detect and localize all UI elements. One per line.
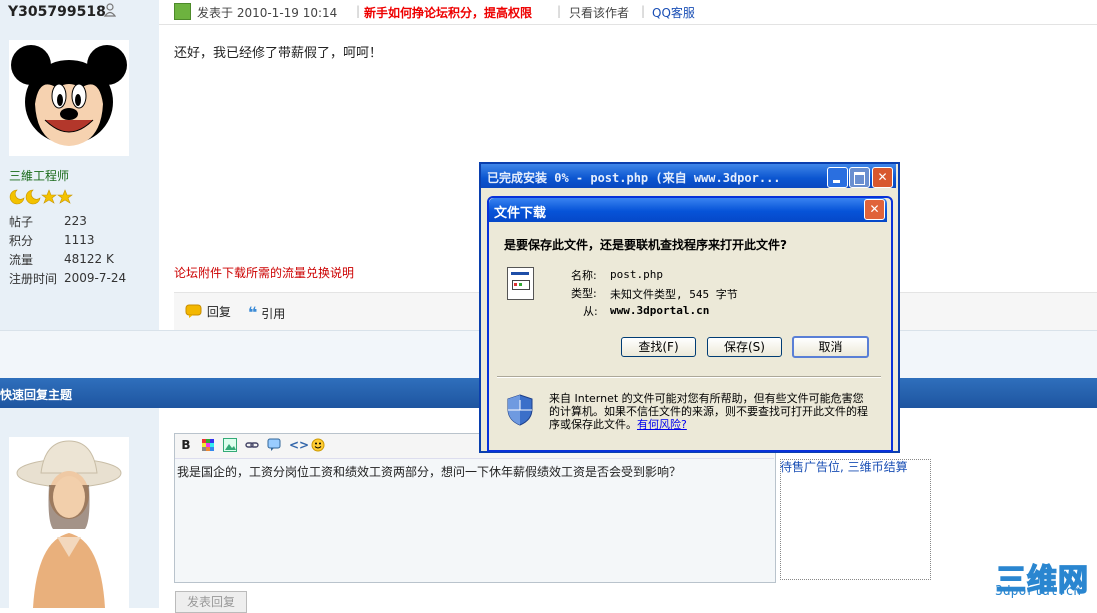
file-from-label: 从: <box>583 305 598 318</box>
site-logo-domain: 3dportal.cn <box>995 584 1082 599</box>
stat-label-posts: 帖子 <box>9 215 34 229</box>
post-time: 发表于 2010-1-19 10:14 <box>197 6 338 20</box>
quote-label: 引用 <box>261 307 286 321</box>
separator: | <box>356 4 361 18</box>
editor-text[interactable]: 我是国企的，工资分岗位工资和绩效工资两部分，想问一下休年薪假绩效工资是否会受到影… <box>177 463 681 480</box>
post-icon <box>174 3 191 20</box>
ad-box[interactable] <box>780 459 931 580</box>
risk-link[interactable]: 有何风险? <box>637 418 687 431</box>
shield-icon <box>507 394 533 426</box>
post-body: 还好，我已经修了带薪假了，呵呵！ <box>174 46 383 61</box>
hot-link[interactable]: 新手如何挣论坛积分，提高权限 <box>364 4 532 21</box>
user-avatar[interactable] <box>9 40 129 156</box>
separator: | <box>557 4 562 18</box>
security-warning: 来自 Internet 的文件可能对您有所帮助，但有些文件可能危害您的计算机。如… <box>549 392 869 431</box>
stat-value-posts: 223 <box>64 214 87 228</box>
dialog-title: 文件下载 <box>494 206 547 221</box>
quote-format-icon[interactable] <box>267 438 281 452</box>
reply-icon <box>185 304 202 318</box>
reply-label: 回复 <box>206 305 231 319</box>
dialog-question: 是要保存此文件，还是要联机查找程序来打开此文件? <box>504 238 787 252</box>
warning-text: 来自 Internet 的文件可能对您有所帮助，但有些文件可能危害您的计算机。如… <box>549 392 868 431</box>
maximize-icon[interactable] <box>849 167 870 188</box>
smiley-icon[interactable] <box>311 438 325 452</box>
file-name-label: 名称: <box>571 269 597 282</box>
cancel-button[interactable]: 取消 <box>792 336 869 358</box>
submit-reply-button[interactable]: 发表回复 <box>175 591 247 613</box>
dialog-close-icon[interactable]: ✕ <box>864 199 885 220</box>
dialog-divider <box>497 376 881 378</box>
attachment-note-link[interactable]: 论坛附件下载所需的流量兑换说明 <box>174 264 354 281</box>
stat-label-register-date: 注册时间 <box>9 272 58 286</box>
quick-reply-title: 快速回复主题 <box>0 388 73 402</box>
ad-text[interactable]: 待售广告位, 三维币结算 <box>780 458 908 475</box>
stat-label-traffic: 流量 <box>9 253 34 267</box>
file-type-label: 类型: <box>571 287 597 300</box>
file-name-value: post.php <box>610 268 663 281</box>
bold-icon[interactable]: B <box>179 438 193 452</box>
stat-value-register-date: 2009-7-24 <box>64 271 127 285</box>
user-rank: 三維工程师 <box>9 169 70 183</box>
download-window-title: 已完成安装 0% - post.php (来自 www.3dpor... <box>487 171 781 185</box>
file-icon <box>507 267 534 300</box>
minimize-icon[interactable] <box>827 167 848 188</box>
file-type-value: 未知文件类型, 545 字节 <box>610 288 738 301</box>
reply-user-avatar <box>9 437 129 608</box>
reply-button[interactable]: 回复 <box>185 303 231 320</box>
link-icon[interactable] <box>245 438 259 452</box>
quote-button[interactable]: ❝ 引用 <box>248 303 285 322</box>
qq-service-link[interactable]: QQ客服 <box>652 4 695 21</box>
username[interactable]: Y305799518 <box>8 4 106 20</box>
separator: | <box>641 4 646 18</box>
code-icon[interactable]: <> <box>289 438 309 452</box>
stat-value-traffic: 48122 K <box>64 252 114 266</box>
only-author-link[interactable]: 只看该作者 <box>569 4 629 21</box>
dialog-titlebar[interactable] <box>489 198 887 222</box>
user-status-icon <box>104 3 116 17</box>
rank-stars-icon <box>9 189 73 205</box>
stat-value-points: 1113 <box>64 233 95 247</box>
save-button[interactable]: 保存(S) <box>707 337 782 357</box>
close-icon[interactable]: ✕ <box>872 167 893 188</box>
file-from-value: www.3dportal.cn <box>610 304 710 317</box>
quote-icon: ❝ <box>248 303 258 322</box>
find-button[interactable]: 查找(F) <box>621 337 696 357</box>
color-icon[interactable] <box>201 438 215 452</box>
image-icon[interactable] <box>223 438 237 452</box>
stat-label-points: 积分 <box>9 234 34 248</box>
